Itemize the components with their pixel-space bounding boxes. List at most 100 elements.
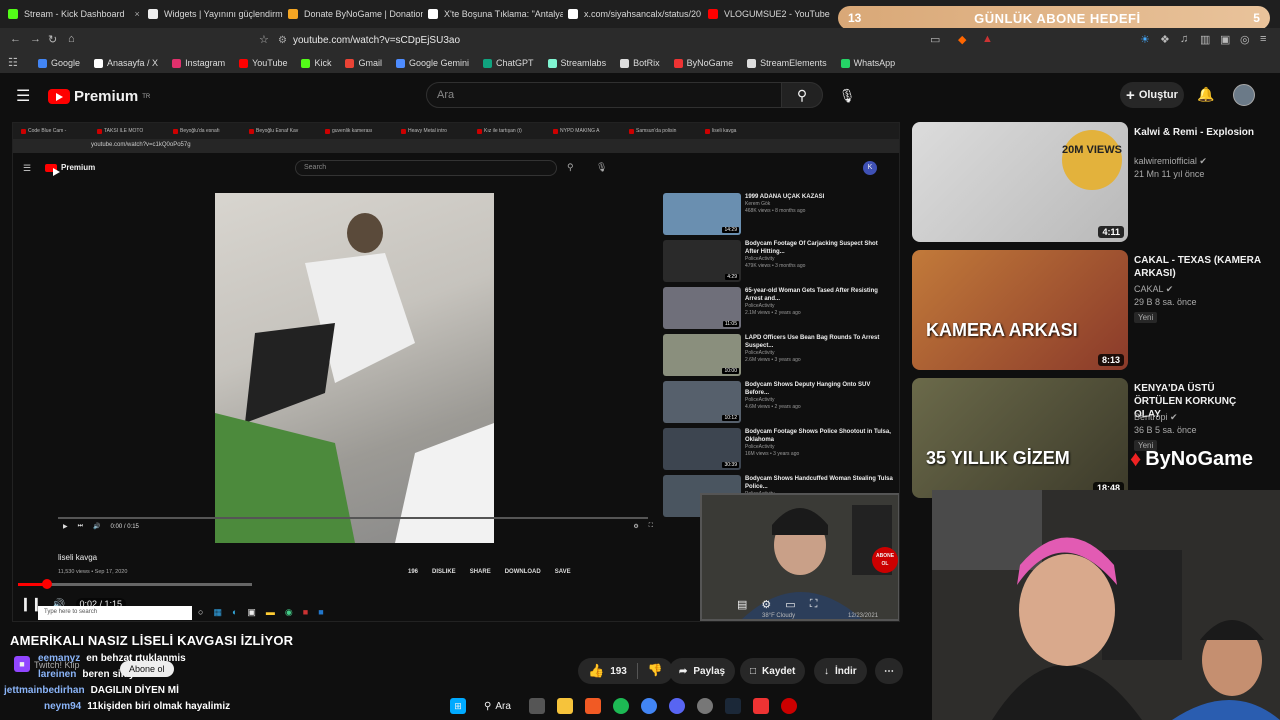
download-button[interactable]: ↓ İndir	[814, 658, 867, 684]
recommendation-title[interactable]: CAKAL - TEXAS (KAMERA ARKASI)	[1134, 254, 1264, 280]
recommendation-item[interactable]: 20M VIEWS 4:11 Kalwi & Remi - Explosion kal…	[912, 122, 1272, 244]
search-placeholder: Ara	[437, 89, 455, 101]
recommendation-item[interactable]: 35 YILLIK GİZEM 18:48 KENYA'DA ÜSTÜ ÖRTÜLE…	[912, 378, 1272, 500]
browser-tab[interactable]: Widgets | Yayınını güçlendirme×	[148, 4, 283, 24]
notifications-bell-icon[interactable]: 🔔	[1197, 86, 1214, 103]
youtube-premium-logo[interactable]: Premium TR	[48, 88, 150, 105]
task-view-icon[interactable]	[528, 698, 545, 714]
tab-label: X'te Boşuna Tıklama: "Antalya	[444, 9, 563, 19]
bookmark-item[interactable]: StreamElements	[747, 58, 827, 68]
forward-icon[interactable]: →	[30, 33, 41, 45]
player-progress-bar[interactable]	[18, 583, 252, 586]
menu-icon[interactable]: ≡	[1260, 33, 1266, 45]
rewards-icon[interactable]: ▲	[982, 33, 993, 45]
browser-tab[interactable]: Stream - Kick Dashboard ×	[8, 4, 143, 24]
steam-icon[interactable]	[724, 698, 741, 714]
cast-icon[interactable]: ▭	[930, 33, 940, 46]
bookmark-item[interactable]: Google	[38, 58, 80, 68]
create-button[interactable]: + Oluştur	[1120, 82, 1184, 108]
brave-shield-icon[interactable]: ◆	[958, 33, 966, 46]
vpn-icon[interactable]: ◎	[1240, 33, 1250, 46]
create-label: Oluştur	[1138, 89, 1178, 101]
brave-icon[interactable]	[584, 698, 601, 714]
bookmark-item[interactable]: Instagram	[172, 58, 225, 68]
bookmark-star-icon[interactable]: ☆	[259, 33, 269, 46]
twitch-clip-icon: ■	[14, 656, 30, 672]
inner-rec-duration: 4:29	[725, 274, 739, 280]
subtitles-icon[interactable]: ▤	[737, 598, 747, 611]
inner-tab-label: Beyoğlu'da esnafı	[180, 128, 220, 134]
recommendation-title[interactable]: Kalwi & Remi - Explosion	[1134, 126, 1264, 139]
reload-icon[interactable]: ↻	[48, 33, 57, 46]
windows-search-text: Type here to search	[44, 609, 98, 615]
recommendation-thumbnail[interactable]: KAMERA ARKASI 8:13	[912, 250, 1128, 370]
bookmark-item[interactable]: Streamlabs	[547, 58, 606, 68]
recommendation-item[interactable]: KAMERA ARKASI 8:13 CAKAL - TEXAS (KAMERA A…	[912, 250, 1272, 372]
recommendation-thumbnail[interactable]: 35 YILLIK GİZEM 18:48	[912, 378, 1128, 498]
like-button[interactable]: 👍 193 👎	[578, 658, 673, 684]
wallet-icon[interactable]: ▣	[1220, 33, 1230, 46]
bookmark-item[interactable]: WhatsApp	[840, 58, 895, 68]
sidebar-icon[interactable]: ▥	[1200, 33, 1210, 46]
voice-search-button[interactable]: 🎙	[836, 85, 858, 107]
logo-region: TR	[142, 93, 151, 100]
bookmark-item[interactable]: Anasayfa / X	[94, 58, 158, 68]
share-button[interactable]: ➦ Paylaş	[669, 658, 736, 684]
bookmark-item[interactable]: ChatGPT	[483, 58, 534, 68]
windows-start-icon[interactable]: ⊞	[450, 698, 466, 714]
fullscreen-icon[interactable]: ⛶	[810, 598, 818, 611]
apps-grid-icon[interactable]: ☷	[8, 56, 18, 69]
puzzle-icon[interactable]: ❖	[1160, 33, 1170, 46]
recorder-icon[interactable]	[780, 698, 797, 714]
inner-tab-label: Beyoğlu Esnaf Kav	[256, 128, 299, 134]
taskbar-search[interactable]: ⚲ Ara	[478, 701, 517, 712]
browser-tab[interactable]: Donate ByNoGame | Donation×	[288, 4, 423, 24]
inner-rec-title: Bodycam Footage Of Carjacking Suspect Sh…	[745, 241, 878, 255]
discord-icon[interactable]	[668, 698, 685, 714]
music-icon[interactable]: ♫	[1180, 33, 1188, 45]
site-info-icon[interactable]: ⚙	[278, 35, 287, 46]
bookmark-item[interactable]: Gmail	[345, 58, 382, 68]
bookmark-item[interactable]: BotRix	[620, 58, 660, 68]
chrome-icon[interactable]	[640, 698, 657, 714]
more-actions-button[interactable]: ⋯	[875, 658, 903, 684]
inner-download: DOWNLOAD	[504, 569, 541, 575]
bookmark-item[interactable]: YouTube	[239, 58, 287, 68]
browser-tab[interactable]: X'te Boşuna Tıklama: "Antalya×	[428, 4, 563, 24]
bookmark-label: BotRix	[633, 58, 660, 68]
spotify-icon[interactable]	[612, 698, 629, 714]
settings-gear-icon[interactable]: ⚙	[761, 598, 771, 611]
search-button[interactable]: ⚲	[781, 82, 823, 108]
bookmark-item[interactable]: ByNoGame	[673, 58, 733, 68]
file-explorer-icon[interactable]	[556, 698, 573, 714]
obs-icon[interactable]	[696, 698, 713, 714]
browser-tab[interactable]: VLOGUMSUE2 - YouTube×	[708, 4, 843, 24]
youtube-taskbar-icon[interactable]	[752, 698, 769, 714]
hamburger-menu-icon[interactable]: ☰	[16, 86, 30, 106]
bookmark-item[interactable]: Kick	[301, 58, 331, 68]
youtube-play-icon	[48, 89, 70, 104]
thumbnail-overlay-text: KAMERA ARKASI	[926, 320, 1078, 340]
save-button[interactable]: □ Kaydet	[740, 658, 806, 684]
new-badge: Yeni	[1134, 312, 1158, 323]
search-input[interactable]: Ara	[426, 82, 782, 108]
url-field[interactable]: ⚙ youtube.com/watch?v=sCDpEjSU3ao	[278, 32, 998, 49]
theater-icon[interactable]: ▭	[785, 598, 795, 611]
browser-tab[interactable]: x.com/siyahsancalx/status/20×	[568, 4, 703, 24]
inner-rec-channel: PoliceActivity	[745, 256, 775, 262]
thumbs-down-icon[interactable]: 👎	[636, 663, 663, 679]
recommendation-channel[interactable]: kalwiremiofficial ✔	[1134, 156, 1207, 167]
avatar[interactable]	[1233, 84, 1255, 106]
tab-favicon-icon	[148, 9, 158, 19]
extension-icon[interactable]: ☀	[1140, 33, 1150, 46]
back-icon[interactable]: ←	[10, 33, 21, 45]
home-icon[interactable]: ⌂	[68, 33, 75, 45]
tab-close-icon[interactable]: ×	[135, 9, 140, 19]
recommendation-channel[interactable]: CAKAL ✔	[1134, 284, 1173, 295]
recommendation-channel[interactable]: Bentropi ✔	[1134, 412, 1178, 423]
player-scrubber-handle[interactable]	[42, 579, 52, 589]
recommendation-thumbnail[interactable]: 20M VIEWS 4:11	[912, 122, 1128, 242]
bookmark-item[interactable]: Google Gemini	[396, 58, 469, 68]
inner-tab-label: Code Blue Cam -	[28, 128, 67, 134]
bookmark-favicon-icon	[239, 58, 249, 68]
